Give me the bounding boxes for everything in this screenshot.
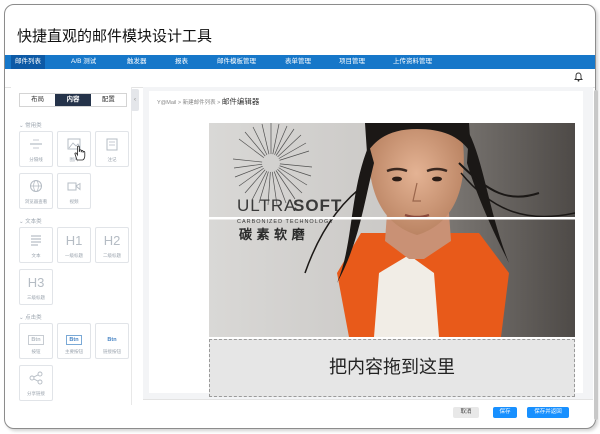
tool-heading-3[interactable]: H3 三级标题 (19, 269, 53, 305)
tool-panel: 布局 内容 配置 ⌄ 常用类 分隔线 图片 注记 浏览器查看 视频 ⌄ 文本类 … (11, 87, 132, 405)
drop-zone[interactable]: 把内容拖到这里 (209, 339, 575, 397)
note-icon (96, 137, 128, 155)
globe-icon (20, 179, 52, 197)
tool-text-label: 文本 (31, 253, 41, 258)
share-icon (20, 371, 52, 389)
save-button[interactable]: 保存 (493, 407, 517, 418)
primary-button-icon: Btn (66, 335, 82, 345)
tool-video[interactable]: 视频 (57, 173, 91, 209)
tool-share-link[interactable]: 分享链接 (19, 365, 53, 401)
hero-ad-image[interactable]: ULTRA SOFT CARBONIZED TECHNOLOGY 碳 素 软 磨 (209, 123, 575, 337)
tool-h1-label: 一级标题 (65, 253, 83, 258)
tool-primary-button[interactable]: Btn 主要按钮 (57, 323, 91, 359)
section-click-title: ⌄ 点击类 (19, 315, 42, 321)
nav-item-template-manage[interactable]: 邮件模板管理 (217, 55, 256, 69)
ad-brand-bold-text: SOFT (293, 196, 342, 215)
tool-browser-label: 浏览器查看 (24, 199, 48, 204)
footer-actions: 取消 保存 保存并返回 (143, 399, 593, 426)
breadcrumb: Y@Mail > 新建邮件列表 > 邮件编辑器 (149, 91, 583, 113)
window-title: 快捷直观的邮件模块设计工具 (17, 28, 213, 45)
heading-2-icon: H2 (103, 233, 121, 248)
sub-toolbar (5, 69, 595, 88)
ad-brand-text: ULTRA (237, 196, 296, 215)
ad-chinese-text: 碳 素 软 磨 (239, 227, 305, 243)
editor-workspace: Y@Mail > 新建邮件列表 > 邮件编辑器 ULTRA SOFT CARBO… (143, 87, 593, 405)
tool-note[interactable]: 注记 (95, 131, 129, 167)
top-nav: 邮件列表 A/B 测试 触发器 报表 邮件模板管理 表单管理 项目管理 上传资料… (5, 55, 595, 69)
button-icon: Btn (28, 335, 44, 345)
breadcrumb-path[interactable]: Y@Mail > 新建邮件列表 > (157, 100, 220, 106)
nav-item-upload-manage[interactable]: 上传资料管理 (393, 55, 432, 69)
heading-3-icon: H3 (27, 275, 45, 290)
tab-config[interactable]: 配置 (91, 94, 126, 106)
breadcrumb-current: 邮件编辑器 (221, 97, 260, 106)
save-and-return-button[interactable]: 保存并返回 (527, 407, 569, 418)
tool-link-button-label: 链接按钮 (103, 349, 121, 354)
nav-item-ab-test[interactable]: A/B 测试 (71, 55, 96, 69)
tab-content[interactable]: 内容 (55, 94, 91, 106)
hand-cursor-icon (72, 144, 88, 167)
tool-divider-label: 分隔线 (29, 157, 43, 162)
nav-item-reports[interactable]: 报表 (175, 55, 188, 69)
section-text-title: ⌄ 文本类 (19, 219, 42, 225)
divider-icon (20, 137, 52, 155)
tool-h3-label: 三级标题 (27, 295, 45, 300)
nav-item-triggers[interactable]: 触发器 (127, 55, 147, 69)
ad-illustration: ULTRA SOFT CARBONIZED TECHNOLOGY 碳 素 软 磨 (209, 123, 575, 337)
nav-item-project-manage[interactable]: 项目管理 (339, 55, 365, 69)
tool-link-button[interactable]: Btn 链接按钮 (95, 323, 129, 359)
bell-icon[interactable] (574, 72, 583, 85)
tool-heading-1[interactable]: H1 一级标题 (57, 227, 91, 263)
heading-1-icon: H1 (65, 233, 83, 248)
tool-heading-2[interactable]: H2 二级标题 (95, 227, 129, 263)
tool-h2-label: 二级标题 (103, 253, 121, 258)
app-window: 快捷直观的邮件模块设计工具 邮件列表 A/B 测试 触发器 报表 邮件模板管理 … (4, 4, 596, 429)
tool-divider[interactable]: 分隔线 (19, 131, 53, 167)
tool-text[interactable]: 文本 (19, 227, 53, 263)
tool-primary-button-label: 主要按钮 (65, 349, 83, 354)
tool-button[interactable]: Btn 按钮 (19, 323, 53, 359)
tool-browser-view[interactable]: 浏览器查看 (19, 173, 53, 209)
email-canvas: ULTRA SOFT CARBONIZED TECHNOLOGY 碳 素 软 磨… (149, 113, 583, 397)
text-block-icon (20, 233, 52, 251)
cancel-button[interactable]: 取消 (453, 407, 479, 418)
video-icon (58, 179, 90, 197)
outer-scrollbar[interactable] (594, 90, 598, 420)
tool-image[interactable]: 图片 (57, 131, 91, 167)
tool-button-label: 按钮 (31, 349, 41, 354)
ad-tagline: CARBONIZED TECHNOLOGY (237, 219, 334, 225)
nav-item-mail-list[interactable]: 邮件列表 (11, 55, 45, 69)
nav-item-form-manage[interactable]: 表单管理 (285, 55, 311, 69)
panel-tabs: 布局 内容 配置 (19, 93, 127, 107)
tab-layout[interactable]: 布局 (20, 94, 55, 106)
tool-share-label: 分享链接 (27, 391, 45, 396)
section-common-title: ⌄ 常用类 (19, 123, 42, 129)
tool-note-label: 注记 (107, 157, 117, 162)
collapse-panel-handle[interactable]: ‹ (131, 89, 139, 111)
link-button-icon: Btn (107, 337, 117, 343)
tool-video-label: 视频 (69, 199, 79, 204)
